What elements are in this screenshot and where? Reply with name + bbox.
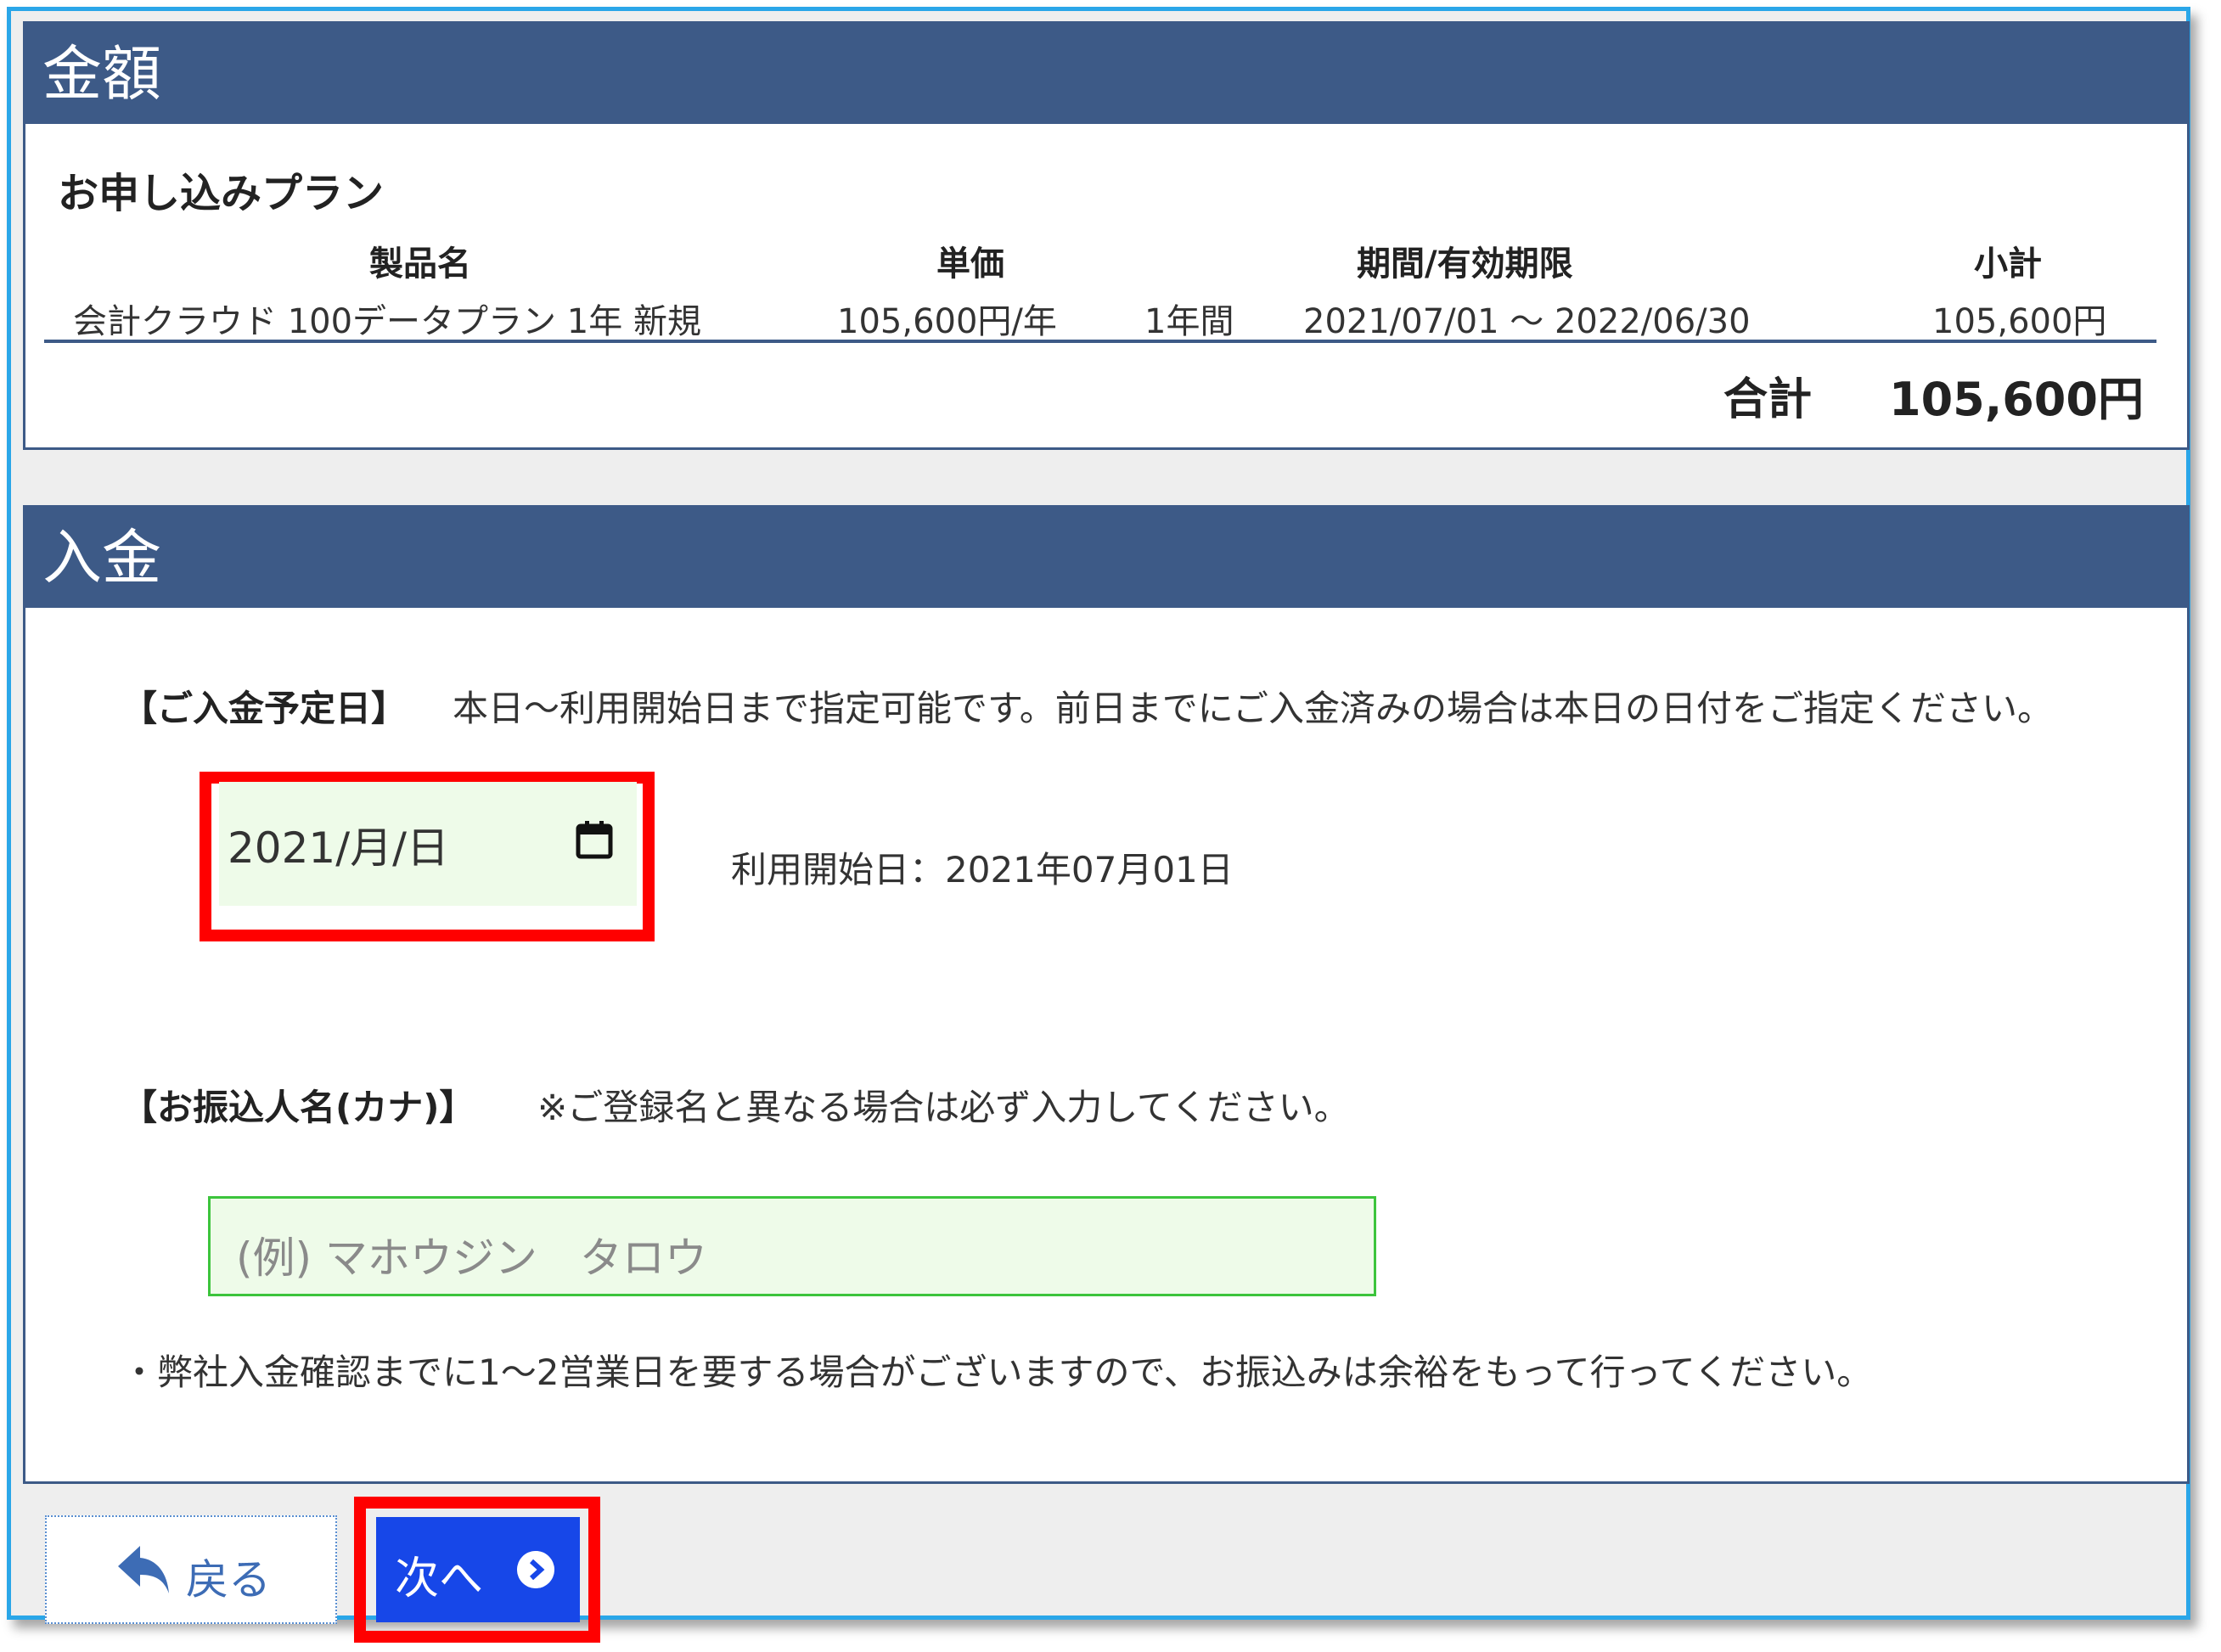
app-frame: 金額 お申し込みプラン 製品名 単価 期間/有効期限 小計 会計クラウド 100…: [7, 7, 2190, 1643]
calendar-icon[interactable]: [576, 819, 613, 860]
back-button-label: 戻る: [186, 1555, 271, 1604]
reply-arrow-icon: [118, 1546, 169, 1593]
payment-footnote: ・弊社入金確認までに1～2営業日を要する場合がございますので、お振込みは余裕をも…: [121, 1351, 1873, 1393]
total-label: 合計: [1723, 374, 1813, 425]
plan-title: お申し込みプラン: [58, 170, 385, 217]
payment-header: 入金: [25, 508, 2187, 608]
col-subtotal: 小計: [1974, 244, 2042, 284]
payment-date-value: 2021/月/日: [228, 823, 449, 873]
amount-header: 金額: [25, 24, 2187, 124]
next-button-label: 次へ: [395, 1554, 484, 1604]
chevron-right-circle-icon: [517, 1551, 554, 1588]
payment-date-note: 本日～利用開始日まで指定可能です。前日までにご入金済みの場合は本日の日付をご指定…: [453, 688, 2053, 729]
amount-panel: 金額 お申し込みプラン 製品名 単価 期間/有効期限 小計 会計クラウド 100…: [23, 21, 2190, 450]
payment-date-label: 【ご入金予定日】: [121, 688, 408, 729]
payment-panel: 入金: [23, 505, 2190, 1484]
cell-unit-price: 105,600円/年: [837, 302, 1057, 341]
next-button[interactable]: 次へ: [376, 1517, 580, 1622]
start-date-text: 利用開始日：2021年07月01日: [731, 849, 1234, 891]
cell-period: 1年間: [1144, 302, 1234, 341]
payment-date-input[interactable]: 2021/月/日: [219, 782, 637, 906]
transfer-name-input[interactable]: (例) マホウジン タロウ: [208, 1196, 1376, 1296]
cell-subtotal: 105,600円: [1932, 302, 2107, 341]
col-period: 期間/有効期限: [1357, 244, 1573, 284]
transfer-name-note: ※ご登録名と異なる場合は必ず入力してください。: [537, 1087, 1350, 1128]
total-value: 105,600円: [1889, 373, 2144, 426]
transfer-name-placeholder: (例) マホウジン タロウ: [236, 1233, 707, 1283]
back-button[interactable]: 戻る: [45, 1515, 337, 1624]
cell-product: 会計クラウド 100データプラン 1年 新規: [73, 302, 701, 341]
col-unit-price: 単価: [936, 244, 1004, 284]
col-product-name: 製品名: [369, 244, 471, 284]
transfer-name-label: 【お振込人名(カナ)】: [121, 1087, 475, 1128]
cell-validity: 2021/07/01 ～ 2022/06/30: [1303, 302, 1751, 341]
table-divider: [44, 340, 2156, 343]
